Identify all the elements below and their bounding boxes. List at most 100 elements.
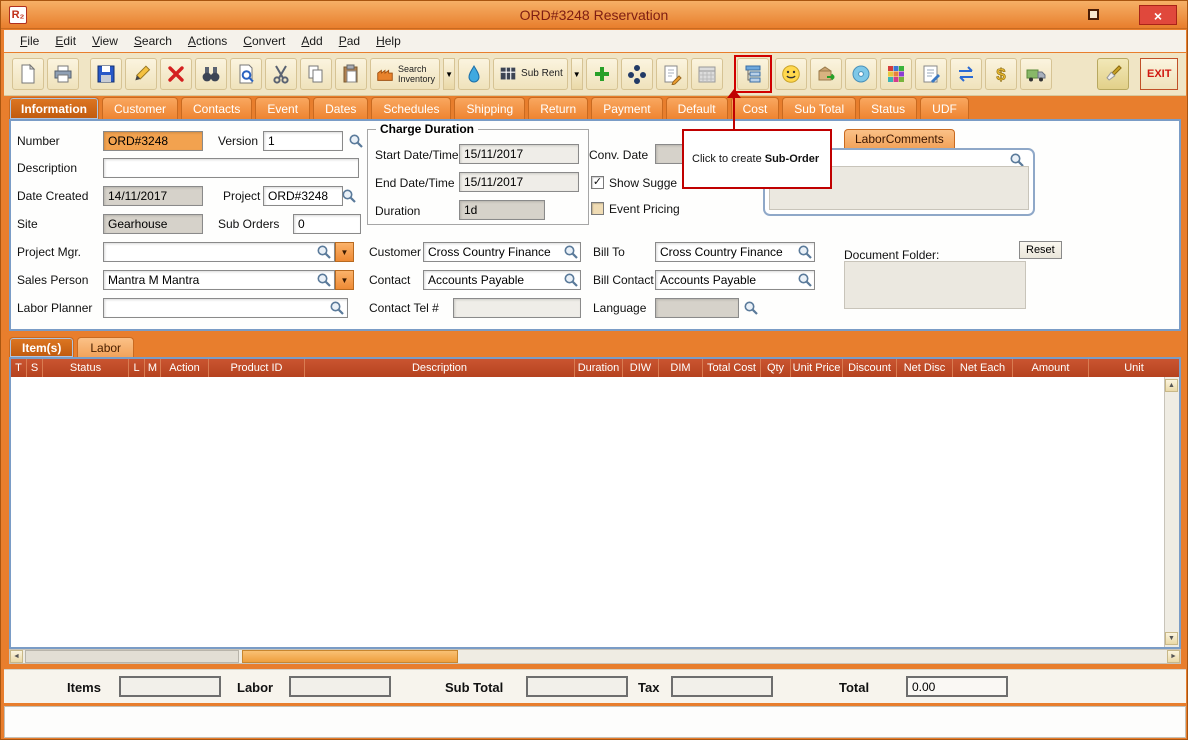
tab-default[interactable]: Default xyxy=(666,97,728,119)
date-created-field[interactable]: 14/11/2017 xyxy=(103,186,203,206)
col-total-cost[interactable]: Total Cost xyxy=(703,359,761,377)
sales-person-search-icon[interactable] xyxy=(316,272,332,288)
search-document-button[interactable] xyxy=(230,58,262,90)
menu-edit[interactable]: Edit xyxy=(47,32,84,50)
tab-shipping[interactable]: Shipping xyxy=(454,97,525,119)
tab-items[interactable]: Item(s) xyxy=(9,337,74,357)
scroll-right-button[interactable]: ► xyxy=(1167,650,1180,663)
frozen-pane-scrollbar-thumb[interactable] xyxy=(25,650,239,663)
language-search-icon[interactable] xyxy=(743,300,759,316)
sub-rent-button[interactable]: Sub Rent xyxy=(493,58,568,90)
number-field[interactable]: ORD#3248 xyxy=(103,131,203,151)
bill-contact-field[interactable]: Accounts Payable xyxy=(655,270,815,290)
calendar-button[interactable] xyxy=(691,58,723,90)
exit-button[interactable]: EXIT xyxy=(1140,58,1178,90)
bill-contact-search-icon[interactable] xyxy=(797,272,813,288)
show-suggest-checkbox[interactable]: ✓ xyxy=(591,176,604,189)
document-folder-area[interactable] xyxy=(844,261,1026,309)
col-l[interactable]: L xyxy=(129,359,145,377)
col-net-disc[interactable]: Net Disc xyxy=(897,359,953,377)
sales-person-dropdown[interactable]: ▼ xyxy=(335,270,354,290)
col-unit[interactable]: Unit xyxy=(1089,359,1179,377)
disc-button[interactable] xyxy=(845,58,877,90)
delete-button[interactable] xyxy=(160,58,192,90)
scroll-up-button[interactable]: ▲ xyxy=(1165,379,1178,392)
col-discount[interactable]: Discount xyxy=(843,359,897,377)
edit-button[interactable] xyxy=(125,58,157,90)
menu-file[interactable]: File xyxy=(12,32,47,50)
project-search-icon[interactable] xyxy=(341,188,357,204)
add-button[interactable] xyxy=(586,58,618,90)
contact-search-icon[interactable] xyxy=(563,272,579,288)
save-button[interactable] xyxy=(90,58,122,90)
language-field[interactable] xyxy=(655,298,739,318)
labor-planner-field[interactable] xyxy=(103,298,348,318)
menu-convert[interactable]: Convert xyxy=(235,32,293,50)
drop-button[interactable] xyxy=(458,58,490,90)
menu-search[interactable]: Search xyxy=(126,32,180,50)
search-inventory-dropdown[interactable]: ▼ xyxy=(443,58,455,90)
tab-cost[interactable]: Cost xyxy=(731,97,780,119)
tab-information[interactable]: Information xyxy=(9,97,99,119)
col-net-each[interactable]: Net Each xyxy=(953,359,1013,377)
col-status[interactable]: Status xyxy=(43,359,129,377)
scroll-left-button[interactable]: ◄ xyxy=(10,650,23,663)
event-pricing-checkbox[interactable] xyxy=(591,202,604,215)
sales-person-field[interactable]: Mantra M Mantra xyxy=(103,270,335,290)
truck-button[interactable] xyxy=(1020,58,1052,90)
tab-labor[interactable]: Labor xyxy=(77,337,134,357)
menu-help[interactable]: Help xyxy=(368,32,409,50)
project-mgr-dropdown[interactable]: ▼ xyxy=(335,242,354,262)
customer-search-icon[interactable] xyxy=(563,244,579,260)
col-t[interactable]: T xyxy=(11,359,27,377)
project-mgr-field[interactable] xyxy=(103,242,335,262)
reset-button[interactable]: Reset xyxy=(1019,241,1062,259)
col-unit-price[interactable]: Unit Price xyxy=(791,359,843,377)
end-datetime-field[interactable]: 15/11/2017 xyxy=(459,172,579,192)
scrollbar-thumb[interactable] xyxy=(242,650,458,663)
tab-status[interactable]: Status xyxy=(859,97,917,119)
smiley-button[interactable] xyxy=(775,58,807,90)
col-product-id[interactable]: Product ID xyxy=(209,359,305,377)
paste-button[interactable] xyxy=(335,58,367,90)
col-dim[interactable]: DIM xyxy=(659,359,703,377)
site-field[interactable]: Gearhouse xyxy=(103,214,203,234)
project-mgr-search-icon[interactable] xyxy=(316,244,332,260)
close-button[interactable]: × xyxy=(1139,5,1177,25)
contact-field[interactable]: Accounts Payable xyxy=(423,270,581,290)
package-button[interactable] xyxy=(810,58,842,90)
vertical-scrollbar[interactable]: ▲ ▼ xyxy=(1164,377,1179,647)
version-field[interactable]: 1 xyxy=(263,131,343,151)
sub-rent-dropdown[interactable]: ▼ xyxy=(571,58,583,90)
col-action[interactable]: Action xyxy=(161,359,209,377)
col-m[interactable]: M xyxy=(145,359,161,377)
cube-stack-button[interactable] xyxy=(880,58,912,90)
notes-button[interactable] xyxy=(656,58,688,90)
scroll-down-button[interactable]: ▼ xyxy=(1165,632,1178,645)
paintbrush-button[interactable] xyxy=(1097,58,1129,90)
project-field[interactable]: ORD#3248 xyxy=(263,186,343,206)
bill-to-field[interactable]: Cross Country Finance xyxy=(655,242,815,262)
col-description[interactable]: Description xyxy=(305,359,575,377)
contact-tel-field[interactable] xyxy=(453,298,581,318)
dollar-button[interactable]: $ xyxy=(985,58,1017,90)
edit-notes-button[interactable] xyxy=(915,58,947,90)
tab-labor-comments[interactable]: LaborComments xyxy=(844,129,955,148)
tab-udf[interactable]: UDF xyxy=(920,97,969,119)
tab-payment[interactable]: Payment xyxy=(591,97,662,119)
create-sub-order-button[interactable] xyxy=(737,58,769,90)
tab-schedules[interactable]: Schedules xyxy=(371,97,451,119)
tab-dates[interactable]: Dates xyxy=(313,97,368,119)
version-search-icon[interactable] xyxy=(348,133,364,149)
items-table-body[interactable] xyxy=(11,377,1164,647)
group-button[interactable] xyxy=(621,58,653,90)
col-duration[interactable]: Duration xyxy=(575,359,623,377)
duration-field[interactable]: 1d xyxy=(459,200,545,220)
currency-transfer-button[interactable] xyxy=(950,58,982,90)
start-datetime-field[interactable]: 15/11/2017 xyxy=(459,144,579,164)
bill-to-search-icon[interactable] xyxy=(797,244,813,260)
horizontal-scrollbar[interactable]: ◄ ► xyxy=(9,649,1181,664)
col-diw[interactable]: DIW xyxy=(623,359,659,377)
tab-sub-total[interactable]: Sub Total xyxy=(782,97,856,119)
tab-contacts[interactable]: Contacts xyxy=(181,97,252,119)
